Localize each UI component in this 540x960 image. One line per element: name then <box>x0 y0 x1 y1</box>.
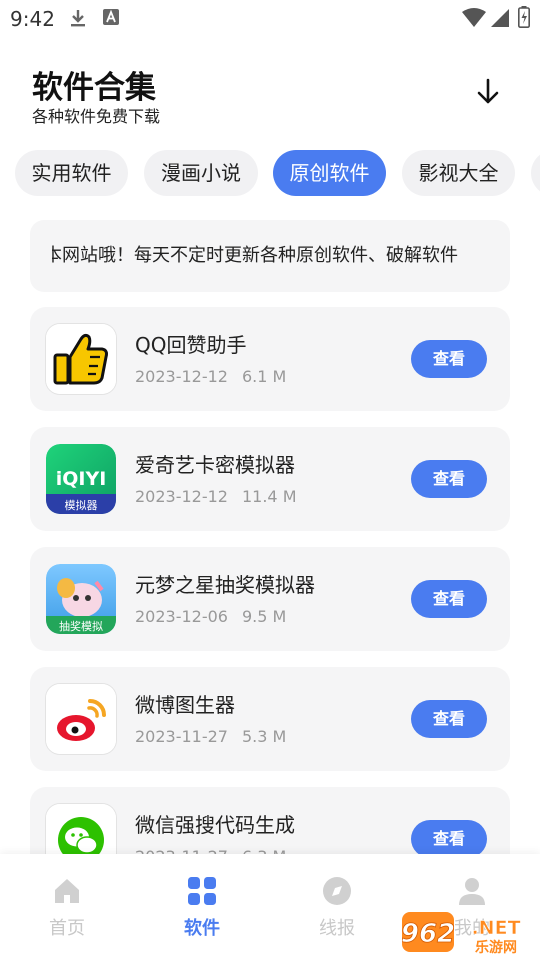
app-meta: 2023-12-12 11.4 M <box>135 487 311 506</box>
iqiyi-icon: iQIYI 模拟器 <box>46 444 116 514</box>
view-button[interactable]: 查看 <box>411 340 487 378</box>
app-card[interactable]: 抽奖模拟 元梦之星抽奖模拟器 2023-12-06 9.5 M 查看 <box>30 547 510 651</box>
app-name: 微博图生器 <box>135 693 235 717</box>
page-title: 软件合集 <box>32 70 156 106</box>
compass-icon <box>323 877 351 905</box>
arrow-down-icon <box>477 78 499 104</box>
tab-more[interactable] <box>531 150 540 196</box>
svg-text:模拟器: 模拟器 <box>65 498 98 512</box>
app-size: 11.4 M <box>241 487 297 506</box>
app-name: 微信强搜代码生成 <box>135 813 295 837</box>
home-icon <box>55 879 79 903</box>
notice-text: 载本网站哦！每天不定时更新各种原创软件、破解软件 <box>52 245 458 266</box>
app-name: QQ回赞助手 <box>135 333 247 357</box>
nav-label: 软件 <box>184 918 220 939</box>
svg-text:乐游网: 乐游网 <box>475 939 517 956</box>
notice-banner: 载本网站哦！每天不定时更新各种原创软件、破解软件 <box>30 220 510 292</box>
view-button[interactable]: 查看 <box>411 580 487 618</box>
status-bar: 9:42 <box>0 0 540 36</box>
svg-text:962: 962 <box>402 919 455 949</box>
weibo-icon <box>46 684 116 754</box>
category-tabs: 实用软件 漫画小说 原创软件 影视大全 <box>0 150 540 198</box>
app-card[interactable]: QQ回赞助手 2023-12-12 6.1 M 查看 <box>30 307 510 411</box>
tab-comics-novels[interactable]: 漫画小说 <box>144 150 258 196</box>
apps-grid-icon <box>188 877 216 905</box>
app-notification-icon <box>102 8 120 30</box>
app-meta: 2023-12-06 9.5 M <box>135 607 300 626</box>
tab-practical-software[interactable]: 实用软件 <box>15 150 128 196</box>
app-date: 2023-12-12 <box>135 367 228 386</box>
view-button[interactable]: 查看 <box>411 820 487 858</box>
app-name: 元梦之星抽奖模拟器 <box>135 573 315 597</box>
download-notification-icon <box>68 8 88 32</box>
wifi-icon <box>462 8 486 32</box>
nav-label: 首页 <box>49 918 85 939</box>
app-size: 6.1 M <box>241 367 287 386</box>
view-button[interactable]: 查看 <box>411 460 487 498</box>
app-name: 爱奇艺卡密模拟器 <box>135 453 295 477</box>
watermark-logo: 962 .NET 乐游网 <box>400 910 534 956</box>
app-size: 5.3 M <box>241 727 287 746</box>
app-meta: 2023-11-27 5.3 M <box>135 727 300 746</box>
tab-video-collection[interactable]: 影视大全 <box>402 150 515 196</box>
app-card[interactable]: iQIYI 模拟器 爱奇艺卡密模拟器 2023-12-12 11.4 M 查看 <box>30 427 510 531</box>
thumbs-up-icon <box>46 324 116 394</box>
download-button[interactable] <box>472 76 504 108</box>
app-date: 2023-12-06 <box>135 607 228 626</box>
nav-news[interactable]: 线报 <box>297 876 377 940</box>
view-button[interactable]: 查看 <box>411 700 487 738</box>
app-size: 9.5 M <box>241 607 287 626</box>
app-date: 2023-12-12 <box>135 487 228 506</box>
nav-label: 线报 <box>319 918 355 939</box>
status-time: 9:42 <box>10 7 55 31</box>
page-subtitle: 各种软件免费下载 <box>32 107 161 126</box>
app-date: 2023-11-27 <box>135 727 228 746</box>
svg-text:.NET: .NET <box>471 917 520 939</box>
svg-text:iQIYI: iQIYI <box>56 468 107 490</box>
user-icon <box>459 878 485 905</box>
nav-software[interactable]: 软件 <box>162 876 242 940</box>
nav-home[interactable]: 首页 <box>27 876 107 940</box>
battery-icon <box>518 6 530 32</box>
yuanmeng-icon: 抽奖模拟 <box>46 564 116 634</box>
tab-original-software[interactable]: 原创软件 <box>273 150 386 196</box>
svg-text:抽奖模拟: 抽奖模拟 <box>59 619 103 633</box>
app-meta: 2023-12-12 6.1 M <box>135 367 300 386</box>
app-card[interactable]: 微博图生器 2023-11-27 5.3 M 查看 <box>30 667 510 771</box>
cell-signal-icon <box>490 8 510 32</box>
